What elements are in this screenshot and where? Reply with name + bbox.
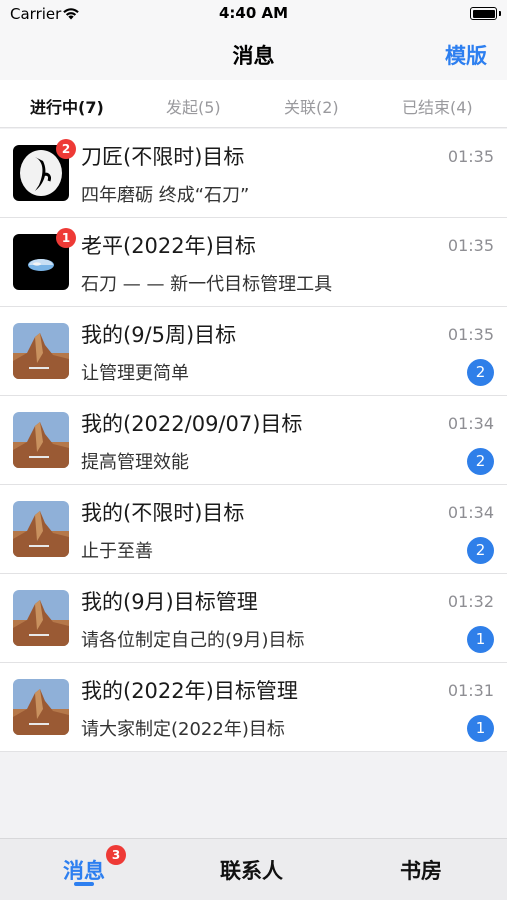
message-time: 01:32: [447, 592, 494, 611]
page-title: 消息: [232, 44, 275, 68]
bottom-tab-bar: 消息 联系人 书房: [0, 838, 507, 900]
message-title: 我的(不限时)目标: [81, 501, 245, 525]
message-title: 我的(9月)目标管理: [81, 590, 258, 614]
list-item[interactable]: 我的(2022/09/07)目标 提高管理效能 01:34 2: [0, 396, 507, 485]
battery-tip: [499, 11, 501, 16]
nav-bar: 消息 模版: [0, 28, 507, 80]
message-time: 01:34: [447, 503, 494, 522]
message-preview: 提高管理效能: [81, 452, 189, 473]
status-bar: Carrier 4:40 AM: [0, 0, 507, 28]
list-item[interactable]: 我的(不限时)目标 止于至善 01:34 2: [0, 485, 507, 574]
count-badge: 1: [467, 626, 494, 653]
count-badge: 2: [467, 359, 494, 386]
count-badge: 1: [467, 715, 494, 742]
count-badge: 2: [467, 448, 494, 475]
message-title: 老平(2022年)目标: [81, 234, 256, 258]
list-item[interactable]: 我的(9月)目标管理 请各位制定自己的(9月)目标 01:32 1: [0, 574, 507, 663]
message-title: 我的(2022/09/07)目标: [81, 412, 303, 436]
clock: 4:40 AM: [218, 4, 289, 22]
bottom-tab-contacts[interactable]: 联系人: [220, 855, 283, 885]
list-item[interactable]: 我的(9/5周)目标 让管理更简单 01:35 2: [0, 307, 507, 396]
filter-tabs: 进行中(7) 发起(5) 关联(2) 已结束(4): [0, 80, 507, 128]
template-button[interactable]: 模版: [445, 40, 487, 70]
bottom-tab-messages[interactable]: 消息: [63, 855, 105, 885]
unread-badge: 1: [56, 228, 76, 248]
tab-finished[interactable]: 已结束(4): [402, 94, 473, 118]
landscape-avatar: [13, 323, 69, 379]
landscape-avatar: [13, 679, 69, 735]
unread-badge: 2: [56, 139, 76, 159]
message-preview: 请大家制定(2022年)目标: [81, 719, 285, 740]
list-item[interactable]: 我的(2022年)目标管理 请大家制定(2022年)目标 01:31 1: [0, 663, 507, 752]
tab-initiated[interactable]: 发起(5): [166, 94, 221, 118]
tab-related[interactable]: 关联(2): [284, 94, 339, 118]
message-preview: 四年磨砺 终成“石刀”: [81, 185, 250, 206]
message-title: 我的(2022年)目标管理: [81, 679, 298, 703]
message-time: 01:35: [447, 236, 494, 255]
landscape-avatar: [13, 590, 69, 646]
message-preview: 石刀 — — 新一代目标管理工具: [81, 274, 333, 295]
messages-tab-badge: 3: [106, 845, 126, 865]
message-list: 2 刀匠(不限时)目标 四年磨砺 终成“石刀” 01:35 1 老平(2022年…: [0, 129, 507, 752]
landscape-avatar: [13, 501, 69, 557]
list-item[interactable]: 1 老平(2022年)目标 石刀 — — 新一代目标管理工具 01:35: [0, 218, 507, 307]
battery-icon: [470, 7, 497, 20]
message-title: 刀匠(不限时)目标: [81, 145, 245, 169]
active-tab-indicator: [74, 882, 94, 886]
message-time: 01:31: [447, 681, 494, 700]
message-time: 01:35: [447, 325, 494, 344]
message-preview: 止于至善: [81, 541, 153, 562]
message-title: 我的(9/5周)目标: [81, 323, 237, 347]
landscape-avatar: [13, 412, 69, 468]
message-preview: 让管理更简单: [81, 363, 189, 384]
count-badge: 2: [467, 537, 494, 564]
message-time: 01:34: [447, 414, 494, 433]
list-item[interactable]: 2 刀匠(不限时)目标 四年磨砺 终成“石刀” 01:35: [0, 129, 507, 218]
message-preview: 请各位制定自己的(9月)目标: [81, 630, 305, 651]
tab-in-progress[interactable]: 进行中(7): [30, 94, 104, 118]
bottom-tab-study[interactable]: 书房: [400, 855, 442, 885]
message-time: 01:35: [447, 147, 494, 166]
